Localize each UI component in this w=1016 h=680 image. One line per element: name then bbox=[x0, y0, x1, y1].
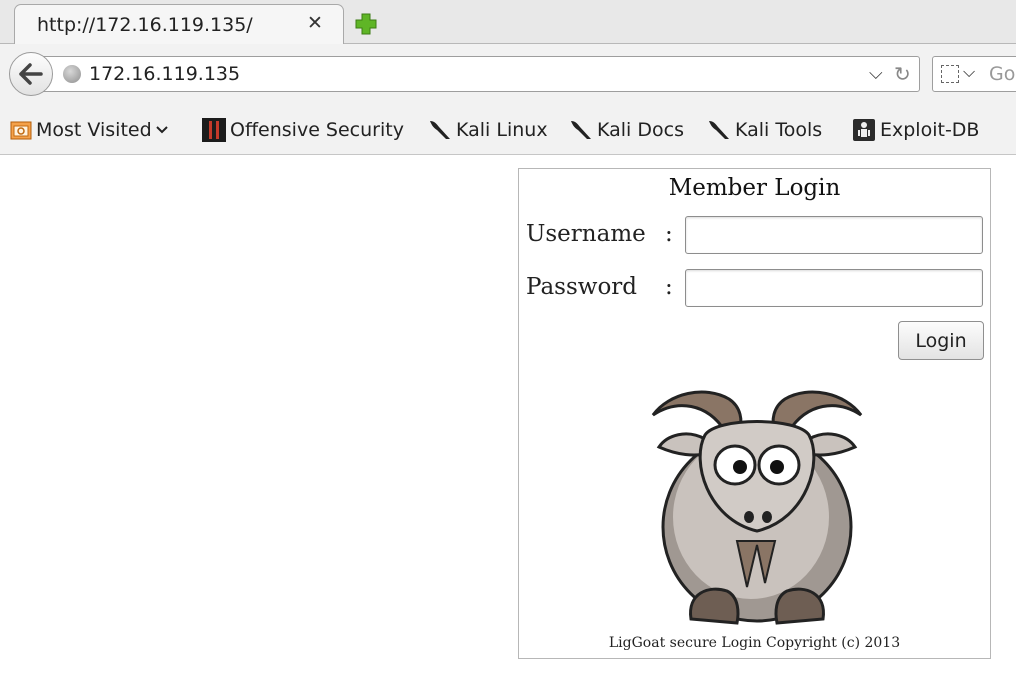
bookmark-offensive-security[interactable]: Offensive Security bbox=[202, 118, 404, 142]
login-form: Member Login Username : Password : Login… bbox=[518, 168, 991, 659]
password-colon: : bbox=[665, 274, 673, 300]
bookmark-label: Kali Linux bbox=[456, 119, 548, 141]
username-label: Username bbox=[526, 221, 646, 247]
bookmark-label: Kali Tools bbox=[735, 119, 823, 141]
username-colon: : bbox=[665, 221, 673, 247]
kali-dragon-icon bbox=[430, 121, 450, 139]
back-button[interactable] bbox=[9, 52, 53, 96]
exploit-db-icon bbox=[853, 119, 875, 141]
kali-dragon-icon bbox=[709, 121, 729, 139]
password-input[interactable] bbox=[685, 269, 983, 307]
password-label: Password bbox=[526, 274, 638, 300]
bookmark-label: Offensive Security bbox=[230, 119, 404, 141]
chevron-down-icon bbox=[155, 126, 168, 134]
globe-icon bbox=[63, 65, 81, 83]
bookmark-label: Most Visited bbox=[36, 119, 152, 141]
bookmark-label: Exploit-DB bbox=[880, 119, 980, 141]
close-tab-icon[interactable]: ✕ bbox=[307, 12, 323, 34]
most-visited-icon bbox=[10, 121, 32, 140]
search-engine-icon[interactable] bbox=[941, 65, 959, 83]
bookmark-kali-tools[interactable]: Kali Tools bbox=[707, 118, 822, 142]
bookmark-kali-docs[interactable]: Kali Docs bbox=[569, 118, 684, 142]
new-tab-plus-icon[interactable] bbox=[354, 12, 378, 36]
search-placeholder: Go bbox=[989, 63, 1016, 85]
bookmarks-toolbar: Most Visited Offensive Security Kali Lin… bbox=[0, 104, 1016, 155]
login-title: Member Login bbox=[668, 175, 841, 201]
bookmark-kali-linux[interactable]: Kali Linux bbox=[428, 118, 548, 142]
tab-active[interactable]: http://172.16.119.135/ ✕ bbox=[14, 4, 344, 45]
url-text[interactable]: 172.16.119.135 bbox=[89, 63, 240, 85]
login-button[interactable]: Login bbox=[898, 321, 984, 360]
back-arrow-icon bbox=[19, 63, 43, 85]
url-bar[interactable]: 172.16.119.135 ⌵ ↻ bbox=[40, 56, 920, 92]
goat-mascot-image bbox=[651, 390, 863, 625]
bookmark-most-visited[interactable]: Most Visited bbox=[10, 118, 173, 142]
copyright-text: LigGoat secure Login Copyright (c) 2013 bbox=[608, 635, 901, 651]
tab-title: http://172.16.119.135/ bbox=[37, 14, 253, 36]
username-input[interactable] bbox=[685, 216, 983, 254]
search-bar[interactable]: ⌵ Go bbox=[932, 56, 1016, 92]
bookmark-label: Kali Docs bbox=[597, 119, 684, 141]
chevron-down-icon[interactable]: ⌵ bbox=[869, 63, 883, 84]
reload-icon[interactable]: ↻ bbox=[894, 62, 911, 86]
offensive-security-icon bbox=[202, 118, 226, 142]
kali-dragon-icon bbox=[571, 121, 591, 139]
tab-strip: http://172.16.119.135/ ✕ bbox=[0, 0, 1016, 45]
bookmark-exploit-db[interactable]: Exploit-DB bbox=[852, 118, 979, 142]
chevron-down-icon[interactable]: ⌵ bbox=[963, 62, 975, 82]
